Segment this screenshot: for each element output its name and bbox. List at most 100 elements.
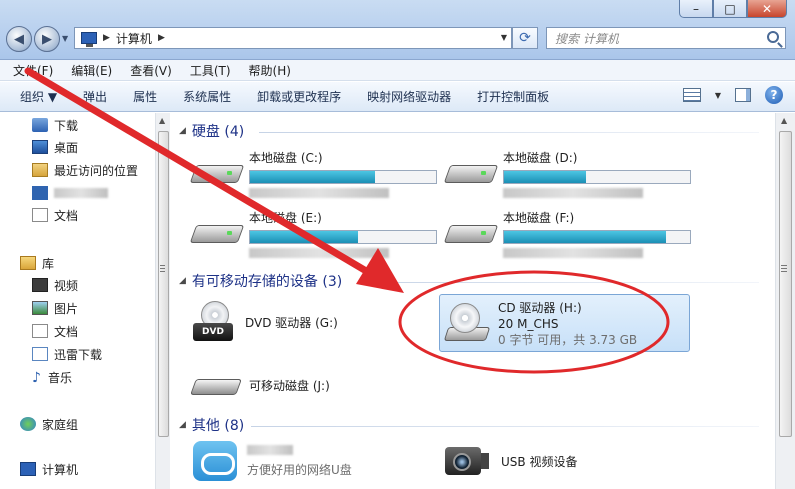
drive-c[interactable]: 本地磁盘 (C:) bbox=[193, 149, 437, 198]
drive-removable-j[interactable]: 可移动磁盘 (J:) bbox=[193, 373, 330, 397]
system-properties-button[interactable]: 系统属性 bbox=[183, 88, 231, 105]
redacted-capacity-text bbox=[249, 187, 437, 198]
refresh-icon: ⟳ bbox=[519, 30, 531, 46]
webcam-icon bbox=[443, 441, 491, 481]
sidebar-item-recent-places[interactable]: 最近访问的位置 bbox=[32, 160, 138, 180]
content-scroll-thumb[interactable] bbox=[779, 131, 792, 437]
sidebar-item-label: 图片 bbox=[54, 301, 79, 316]
drive-f[interactable]: 本地磁盘 (F:) bbox=[447, 209, 691, 258]
sidebar-scroll-thumb[interactable] bbox=[158, 131, 169, 437]
menu-tools[interactable]: 工具(T) bbox=[187, 62, 234, 79]
capacity-bar bbox=[249, 230, 437, 244]
drive-cd-h[interactable]: CD 驱动器 (H:) 20 M_CHS 0 字节 可用，共 3.73 GB bbox=[439, 294, 690, 352]
breadcrumb-separator-icon[interactable]: ▶ bbox=[103, 33, 110, 43]
drive-name: DVD 驱动器 (G:) bbox=[245, 315, 338, 330]
sidebar-item-xunlei[interactable]: 迅雷下载 bbox=[32, 344, 102, 364]
pictures-icon bbox=[32, 301, 48, 315]
homegroup-icon bbox=[20, 417, 36, 431]
collapse-triangle-icon[interactable]: ◢ bbox=[179, 420, 186, 430]
close-button[interactable]: ✕ bbox=[747, 0, 787, 18]
sidebar-item-desktop[interactable]: 桌面 bbox=[32, 137, 78, 157]
open-control-panel-button[interactable]: 打开控制面板 bbox=[477, 88, 549, 105]
group-header-other[interactable]: ◢ 其他 (8) bbox=[179, 415, 244, 435]
sidebar-item-homegroup[interactable]: 家庭组 bbox=[20, 414, 78, 434]
group-divider bbox=[251, 426, 759, 427]
group-header-removable[interactable]: ◢ 有可移动存储的设备 (3) bbox=[179, 271, 342, 291]
sidebar-item-blurred[interactable] bbox=[32, 183, 108, 203]
drive-e[interactable]: 本地磁盘 (E:) bbox=[193, 209, 437, 258]
sidebar-item-downloads[interactable]: 下载 bbox=[32, 115, 78, 135]
document-icon bbox=[32, 208, 48, 222]
sidebar-item-label: 迅雷下载 bbox=[54, 347, 103, 362]
hard-disk-icon bbox=[447, 159, 493, 189]
menu-view[interactable]: 查看(V) bbox=[127, 62, 175, 79]
drive-name: 可移动磁盘 (J:) bbox=[249, 378, 330, 393]
sidebar-item-pictures[interactable]: 图片 bbox=[32, 298, 78, 318]
cd-drive-icon bbox=[443, 303, 491, 345]
address-bar[interactable]: ▶ 计算机 ▶ ▼ bbox=[74, 27, 512, 49]
change-view-icon[interactable] bbox=[682, 88, 701, 102]
minimize-button[interactable]: – bbox=[679, 0, 713, 18]
network-disk-item[interactable]: 方便好用的网络U盘 bbox=[193, 441, 352, 481]
view-controls: ▼ ? bbox=[682, 86, 783, 104]
sidebar-scrollbar[interactable]: ▲ bbox=[155, 113, 170, 489]
drive-name: 本地磁盘 (D:) bbox=[503, 151, 578, 165]
refresh-button[interactable]: ⟳ bbox=[512, 27, 538, 49]
sidebar-item-computer[interactable]: 计算机 bbox=[20, 459, 78, 479]
eject-button[interactable]: 弹出 bbox=[83, 88, 107, 105]
recent-pages-dropdown[interactable]: ▼ bbox=[62, 34, 68, 43]
menu-help[interactable]: 帮助(H) bbox=[246, 62, 294, 79]
menu-bar: 文件(F) 编辑(E) 查看(V) 工具(T) 帮助(H) bbox=[0, 60, 795, 81]
back-button[interactable]: ◀ bbox=[6, 26, 32, 52]
sidebar-item-documents[interactable]: 文档 bbox=[32, 205, 78, 225]
collapse-triangle-icon[interactable]: ◢ bbox=[179, 126, 186, 136]
group-header-hdd[interactable]: ◢ 硬盘 (4) bbox=[179, 121, 244, 141]
preview-pane-icon[interactable] bbox=[735, 88, 751, 102]
xunlei-download-icon bbox=[32, 347, 48, 361]
navigation-pane: 下载 桌面 最近访问的位置 文档 库 视频 图片 文档 迅雷下载 ♪ 音乐 家庭组… bbox=[0, 113, 170, 489]
cd-volume-label: 20 M_CHS bbox=[498, 317, 559, 331]
scroll-grip-icon bbox=[781, 265, 787, 273]
redacted-capacity-text bbox=[503, 187, 691, 198]
drive-name: CD 驱动器 (H:) bbox=[498, 301, 582, 315]
address-history-dropdown[interactable]: ▼ bbox=[501, 33, 507, 42]
uninstall-program-button[interactable]: 卸载或更改程序 bbox=[257, 88, 341, 105]
capacity-fill bbox=[250, 231, 358, 243]
sidebar-item-label: 文档 bbox=[54, 208, 79, 223]
usb-video-device[interactable]: USB 视频设备 bbox=[443, 441, 577, 481]
properties-button[interactable]: 属性 bbox=[133, 88, 157, 105]
scroll-up-icon[interactable]: ▲ bbox=[781, 116, 787, 125]
search-input[interactable]: 搜索 计算机 bbox=[546, 27, 786, 49]
search-icon[interactable] bbox=[767, 31, 779, 43]
desktop-icon bbox=[32, 140, 48, 154]
drive-d[interactable]: 本地磁盘 (D:) bbox=[447, 149, 691, 198]
maximize-button[interactable]: □ bbox=[713, 0, 747, 18]
content-scrollbar[interactable]: ▲ bbox=[775, 113, 795, 489]
sidebar-item-label: 最近访问的位置 bbox=[54, 163, 139, 178]
map-network-drive-button[interactable]: 映射网络驱动器 bbox=[367, 88, 451, 105]
computer-icon bbox=[81, 32, 97, 47]
organize-button[interactable]: 组织 ▼ bbox=[20, 88, 57, 105]
capacity-bar bbox=[503, 230, 691, 244]
redacted-capacity-text bbox=[249, 247, 437, 258]
sidebar-item-videos[interactable]: 视频 bbox=[32, 275, 78, 295]
menu-edit[interactable]: 编辑(E) bbox=[68, 62, 115, 79]
maximize-icon: □ bbox=[724, 1, 736, 16]
breadcrumb-computer[interactable]: 计算机 bbox=[116, 30, 152, 47]
drive-dvd-g[interactable]: DVD DVD 驱动器 (G:) bbox=[193, 301, 338, 343]
menu-file[interactable]: 文件(F) bbox=[10, 62, 56, 79]
collapse-triangle-icon[interactable]: ◢ bbox=[179, 276, 186, 286]
drive-name: 本地磁盘 (C:) bbox=[249, 151, 323, 165]
hard-disk-icon bbox=[447, 219, 493, 249]
forward-button[interactable]: ▶ bbox=[34, 26, 60, 52]
help-icon[interactable]: ? bbox=[765, 86, 783, 104]
sidebar-item-libraries[interactable]: 库 bbox=[20, 253, 54, 273]
view-dropdown-icon[interactable]: ▼ bbox=[715, 91, 721, 100]
sidebar-item-lib-documents[interactable]: 文档 bbox=[32, 321, 78, 341]
group-divider bbox=[359, 282, 759, 283]
scroll-up-icon[interactable]: ▲ bbox=[159, 116, 165, 125]
sidebar-item-label: 音乐 bbox=[48, 370, 73, 385]
sidebar-item-music[interactable]: ♪ 音乐 bbox=[32, 367, 72, 387]
breadcrumb-separator-icon[interactable]: ▶ bbox=[158, 33, 165, 43]
sidebar-item-label: 下载 bbox=[54, 118, 79, 133]
